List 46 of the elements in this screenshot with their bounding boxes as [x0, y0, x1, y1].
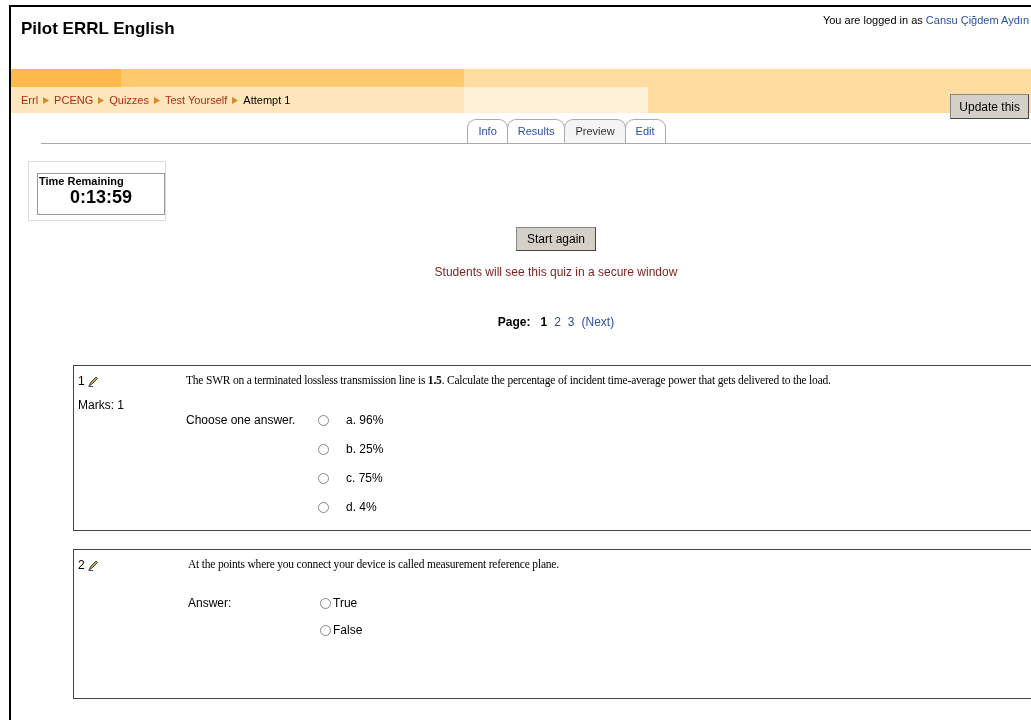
breadcrumb-link[interactable]: Quizzes [109, 94, 149, 106]
tab[interactable]: Info [467, 119, 508, 143]
login-info: You are logged in as Cansu Çiğdem Aydın [822, 14, 1029, 28]
page-link[interactable]: 2 [554, 315, 561, 329]
question-marks: Marks: 1 [78, 398, 125, 412]
radio-button[interactable] [320, 624, 331, 636]
timer-value: 0:13:59 [68, 187, 133, 208]
breadcrumb-link[interactable]: PCENG [54, 94, 94, 106]
option-label[interactable]: d. 4% [346, 500, 377, 514]
option-label[interactable]: False [333, 623, 363, 637]
breadcrumb-link[interactable]: Errl [21, 94, 39, 106]
question-number: 1 [78, 374, 85, 388]
radio-button[interactable] [318, 472, 329, 484]
question-text: The SWR on a terminated lossless transmission line is 1.5. Calculate the percentage of incident time-average power that gets delivered to the load. [186, 374, 832, 386]
current-page-label: Attempt 1 [243, 94, 291, 106]
option-label[interactable]: c. 75% [346, 471, 383, 485]
secure-window-notice: Students will see this quiz in a secure window [434, 265, 678, 279]
question-text: At the points where you connect your device is called measurement reference plane. [188, 558, 560, 570]
option-label[interactable]: True [333, 596, 358, 610]
page-link[interactable]: 3 [567, 315, 575, 329]
breadcrumb-separator-icon [232, 96, 239, 104]
breadcrumb-separator-icon [98, 96, 105, 104]
tab[interactable]: Preview [564, 119, 626, 143]
radio-button[interactable] [318, 501, 329, 513]
answer-prompt: Choose one answer. [186, 413, 297, 429]
option-label[interactable]: a. 96% [346, 413, 384, 427]
edit-pencil-icon[interactable] [87, 375, 98, 387]
page-label: Page: [497, 315, 531, 329]
question-number: 2 [78, 558, 85, 572]
breadcrumb-separator-icon [154, 96, 160, 104]
radio-button[interactable] [318, 443, 329, 455]
breadcrumb-link[interactable]: Test Yourself [165, 94, 228, 106]
start-again-button[interactable]: Start again [515, 227, 596, 251]
update-button[interactable]: Update this [950, 94, 1029, 119]
page-link[interactable]: 1 [540, 315, 548, 329]
radio-button[interactable] [320, 597, 331, 609]
user-link[interactable]: Cansu Çiğdem Aydın [925, 14, 1029, 26]
tab[interactable]: Edit [624, 119, 666, 143]
timer-label: Time Remaining [38, 174, 125, 187]
breadcrumb-separator-icon [43, 96, 50, 104]
option-label[interactable]: b. 25% [346, 442, 384, 456]
edit-pencil-icon[interactable] [87, 559, 98, 571]
next-page-link[interactable]: (Next) [581, 315, 615, 329]
site-title: Pilot ERRL English [21, 19, 175, 40]
answer-prompt: Answer: [188, 596, 233, 612]
radio-button[interactable] [318, 414, 329, 426]
